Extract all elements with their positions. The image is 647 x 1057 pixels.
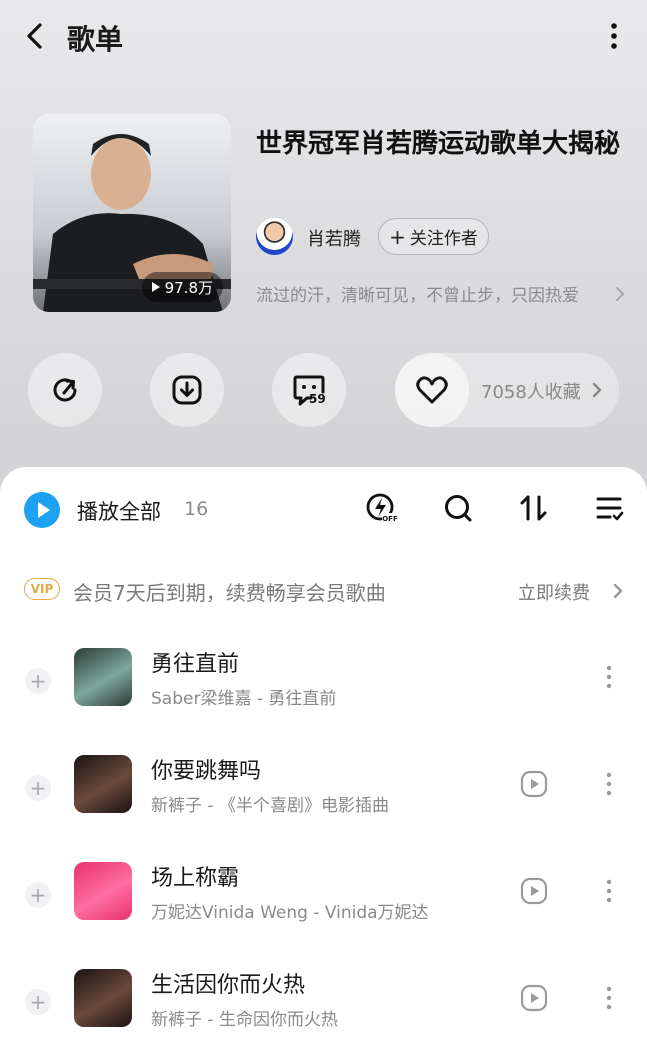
page-title: 歌单 bbox=[67, 23, 124, 56]
song-cover bbox=[74, 648, 132, 706]
back-icon[interactable] bbox=[20, 20, 50, 52]
favorite-button[interactable] bbox=[395, 353, 469, 427]
mv-play-icon[interactable] bbox=[520, 984, 548, 1012]
song-more-icon[interactable] bbox=[598, 984, 620, 1012]
playlist-cover[interactable]: 97.8万 bbox=[33, 114, 231, 312]
vip-renew-link[interactable]: 立即续费 bbox=[518, 579, 590, 605]
add-to-queue-icon[interactable]: + bbox=[25, 668, 51, 694]
author-name[interactable]: 肖若腾 bbox=[307, 225, 361, 251]
play-all-button[interactable] bbox=[24, 492, 60, 528]
play-icon bbox=[151, 282, 160, 292]
song-cover bbox=[74, 969, 132, 1027]
song-count: 16 bbox=[184, 498, 209, 520]
chevron-right-icon bbox=[613, 583, 623, 599]
playlist-description-row[interactable]: 流过的汗，清晰可见，不曾止步，只因热爱 bbox=[256, 281, 628, 306]
plus-icon: + bbox=[389, 224, 406, 249]
play-icon bbox=[37, 502, 50, 518]
chevron-right-icon bbox=[592, 382, 602, 398]
download-button[interactable] bbox=[150, 353, 224, 427]
song-subtitle: 新裤子 - 生命因你而火热 bbox=[151, 1010, 338, 1030]
share-button[interactable] bbox=[28, 353, 102, 427]
svg-text:OFF: OFF bbox=[382, 515, 398, 523]
play-count-badge: 97.8万 bbox=[141, 272, 223, 302]
follow-author-button[interactable]: + 关注作者 bbox=[378, 218, 489, 255]
mv-play-icon[interactable] bbox=[520, 877, 548, 905]
play-count: 97.8万 bbox=[164, 278, 213, 297]
add-to-queue-icon[interactable]: + bbox=[25, 882, 51, 908]
add-to-queue-icon[interactable]: + bbox=[25, 989, 51, 1015]
vip-message: 会员7天后到期，续费畅享会员歌曲 bbox=[73, 581, 386, 605]
comment-count: 59 bbox=[309, 392, 326, 406]
mv-play-icon[interactable] bbox=[520, 770, 548, 798]
vip-banner[interactable]: VIP 会员7天后到期，续费畅享会员歌曲 立即续费 bbox=[24, 573, 624, 607]
quality-off-icon[interactable]: OFF bbox=[364, 491, 398, 525]
search-icon[interactable] bbox=[441, 491, 475, 525]
download-icon bbox=[172, 375, 202, 405]
song-subtitle: 万妮达Vinida Weng - Vinida万妮达 bbox=[151, 903, 429, 923]
favorite-count: 7058人收藏 bbox=[481, 382, 581, 403]
play-all-label[interactable]: 播放全部 bbox=[77, 496, 161, 526]
song-title: 你要跳舞吗 bbox=[151, 759, 262, 784]
heart-icon bbox=[416, 376, 448, 404]
multi-select-icon[interactable] bbox=[592, 491, 626, 525]
song-cover bbox=[74, 755, 132, 813]
song-title: 场上称霸 bbox=[151, 866, 240, 891]
comment-button[interactable]: 59 bbox=[272, 353, 346, 427]
share-icon bbox=[53, 378, 77, 402]
sort-icon[interactable] bbox=[517, 491, 551, 525]
song-more-icon[interactable] bbox=[598, 877, 620, 905]
song-cover bbox=[74, 862, 132, 920]
song-subtitle: Saber梁维嘉 - 勇往直前 bbox=[151, 689, 337, 709]
song-row[interactable]: + 你要跳舞吗新裤子 - 《半个喜剧》电影插曲 bbox=[0, 745, 647, 835]
song-list-sheet: 播放全部 16 OFF VIP 会员7天后到期，续费畅享会员歌曲 立即续费 + 勇… bbox=[0, 467, 647, 1057]
more-vertical-icon[interactable] bbox=[598, 20, 630, 52]
song-title: 生活因你而火热 bbox=[151, 973, 306, 998]
song-more-icon[interactable] bbox=[598, 663, 620, 691]
playlist-description: 流过的汗，清晰可见，不曾止步，只因热爱 bbox=[256, 286, 579, 306]
song-row[interactable]: + 生活因你而火热新裤子 - 生命因你而火热 bbox=[0, 959, 647, 1049]
author-avatar[interactable] bbox=[256, 218, 293, 255]
chevron-right-icon bbox=[615, 286, 625, 301]
add-to-queue-icon[interactable]: + bbox=[25, 775, 51, 801]
playlist-title: 世界冠军肖若腾运动歌单大揭秘 bbox=[256, 129, 621, 159]
song-subtitle: 新裤子 - 《半个喜剧》电影插曲 bbox=[151, 796, 389, 816]
song-row[interactable]: + 场上称霸万妮达Vinida Weng - Vinida万妮达 bbox=[0, 852, 647, 942]
top-bar: 歌单 bbox=[0, 0, 647, 76]
song-row[interactable]: + 勇往直前 Saber梁维嘉 - 勇往直前 bbox=[0, 638, 647, 728]
follow-label: 关注作者 bbox=[409, 229, 478, 249]
song-more-icon[interactable] bbox=[598, 770, 620, 798]
favorite-pill[interactable]: 7058人收藏 bbox=[395, 353, 619, 427]
vip-badge: VIP bbox=[24, 578, 60, 600]
song-title: 勇往直前 bbox=[151, 652, 240, 677]
